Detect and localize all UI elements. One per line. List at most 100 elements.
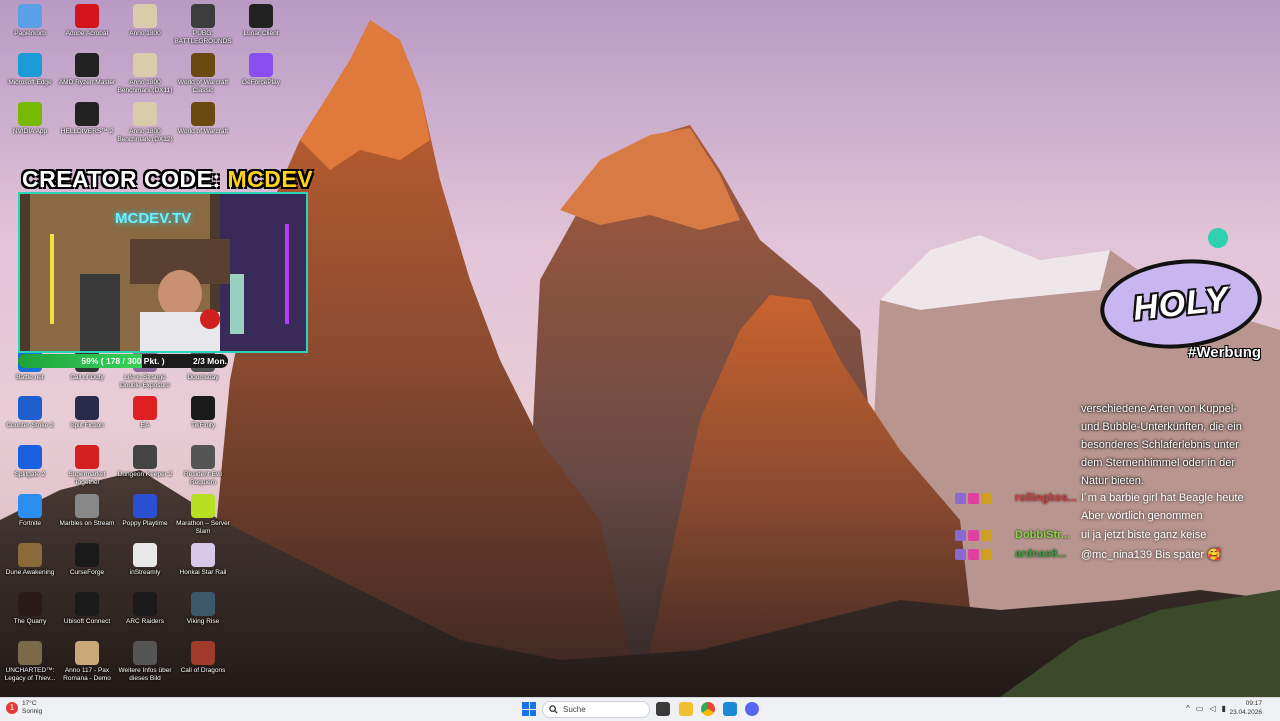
desktop-icon-label: Weitere Infos über dieses Bild [118,667,172,682]
arc-raiders-icon [133,592,157,616]
desktop-icon[interactable]: Fortnite [1,494,59,528]
desktop-icon-label: EA [140,422,150,429]
search-icon [549,705,558,714]
ubisoft-icon [75,592,99,616]
desktop-icon-label: Microsoft Edge [8,79,52,86]
chat-username: rollingkos... [1015,492,1077,504]
desktop-icon-label: ARC Raiders [126,618,164,625]
volume-icon[interactable]: ◁ [1209,704,1215,713]
desktop-icon[interactable]: Counter-Strike 2 [1,396,59,430]
desktop-icon-label: Ubisoft Connect [63,618,111,625]
desktop-icon[interactable]: Splitgate 2 [1,445,59,479]
supermarket-icon [75,445,99,469]
desktop-icon[interactable]: Papierkorb [1,4,59,38]
camera-icon [133,641,157,665]
start-button[interactable] [522,702,536,716]
network-icon[interactable]: ▭ [1196,704,1204,713]
desktop-icon-label: Battle.net [16,374,44,381]
desktop-icon[interactable]: inStreamly [116,543,174,577]
chat-body-line: dem Sternenhimmel oder in der [1081,457,1236,469]
chrome-icon[interactable] [701,702,715,716]
uncharted-icon [18,641,42,665]
desktop-icon[interactable]: Call of Dragons [174,641,232,675]
desktop-icon-label: Adobe Acrobat [65,30,109,37]
instreamly-icon [133,543,157,567]
desktop-icon-label: NVIDIA App [12,128,48,135]
marathon-icon [191,494,215,518]
search-placeholder: Suche [563,705,586,714]
chat-body-line: besonderes Schlaferlebnis unter [1081,439,1239,451]
desktop-icon[interactable]: TikFinity [174,396,232,430]
creator-code-banner: CREATOR CODE: MCDEV [22,166,313,193]
ad-brand-text: HOLY [1131,279,1231,328]
desktop-icon[interactable]: AMD Ryzen Master [58,53,116,87]
desktop-icon[interactable]: GeForcePlay [232,53,290,87]
edge-icon [18,53,42,77]
battery-icon[interactable]: ▮ [1221,704,1225,713]
desktop-icon[interactable]: The Quarry [1,592,59,626]
ryzen-icon [75,53,99,77]
weather-desc: Sonnig [22,708,43,715]
desktop-icon[interactable]: Microsoft Edge [1,53,59,87]
taskbar-search[interactable]: Suche [542,701,650,718]
desktop-icon[interactable]: Anno 117 - Pax Romana - Demo [58,641,116,683]
desktop-icon[interactable]: Resident Evil Requiem [174,445,232,487]
taskbar: 1 17°C Sonnig Suche ^ ▭ ◁ ▮ 09:17 23.04.… [0,697,1280,721]
desktop-icon-label: Split Fiction [70,422,104,429]
desktop-icon[interactable]: ARC Raiders [116,592,174,626]
desktop-icon[interactable]: Ubisoft Connect [58,592,116,626]
task-view-icon[interactable] [656,702,670,716]
desktop-icon[interactable]: Supermarket Together [58,445,116,487]
desktop-icon[interactable]: Poppy Playtime [116,494,174,528]
desktop-icon[interactable]: Marbles on Stream [58,494,116,528]
ad-tag: #Werbung [1188,344,1262,361]
desktop-icon[interactable]: Adobe Acrobat [58,4,116,38]
desktop-icon[interactable]: World of Warcraft [174,102,232,136]
desktop-icon-label: UNCHARTED™: Legacy of Thiev... [4,667,56,682]
weather-temp: 17°C [22,700,37,707]
desktop-icon-label: Counter-Strike 2 [6,422,54,429]
desktop-icon[interactable]: Split Fiction [58,396,116,430]
desktop-icon[interactable]: Anno 1800 Benchmark (DX11) [116,53,174,95]
file-explorer-icon[interactable] [679,702,693,716]
desktop-icon-label: Lunar Client [243,30,279,37]
desktop-icon[interactable]: CurseForge [58,543,116,577]
clock[interactable]: 09:17 23.04.2026 [1228,700,1262,717]
desktop-icon[interactable]: Dungeon Keeper 2 [116,445,174,479]
desktop-icon-label: Call of Dragons [180,667,226,674]
desktop-icon[interactable]: Anno 1800 Benchmark (DX12) [116,102,174,144]
desktop-icon[interactable]: EA [116,396,174,430]
desktop-icon[interactable]: Weitere Infos über dieses Bild [116,641,174,683]
anno117-icon [75,641,99,665]
desktop-icon[interactable]: World of Warcraft Classic [174,53,232,95]
desktop-icon-label: World of Warcraft [177,128,229,135]
desktop-icon[interactable]: Dune Awakening [1,543,59,577]
chat-body-line: verschiedene Arten von Kuppel- [1081,403,1237,415]
desktop-icon-label: GeForcePlay [242,79,280,86]
honkai-icon [191,543,215,567]
desktop-icon[interactable]: HELLDIVERS™ 2 [58,102,116,136]
webcam-logo: MCDEV.TV [115,210,192,227]
chevron-up-icon[interactable]: ^ [1186,704,1190,713]
desktop-icon[interactable]: Honkai Star Rail [174,543,232,577]
dungeon-keeper-icon [133,445,157,469]
desktop-icon-label: Dune Awakening [5,569,55,576]
desktop-icon[interactable]: Anno 1800 [116,4,174,38]
desktop-icon-label: Call of Duty [70,374,104,381]
desktop-icon[interactable]: Viking Rise [174,592,232,626]
desktop-icon[interactable]: NVIDIA App [1,102,59,136]
desktop-icon[interactable]: Lunar Client [232,4,290,38]
marbles-icon [75,494,99,518]
store-icon[interactable] [723,702,737,716]
desktop-icon[interactable]: Marathon – Server Slam [174,494,232,536]
discord-icon[interactable] [745,702,759,716]
desktop-icon-label: Doomsday [187,374,219,381]
anno-icon [133,102,157,126]
fortnite-icon [18,494,42,518]
chat-message-body: verschiedene Arten von Kuppel-und Bubble… [1081,400,1276,490]
desktop-icon-label: Supermarket Together [68,471,106,486]
weather-widget[interactable]: 1 17°C Sonnig [6,700,42,716]
desktop-icon[interactable]: UNCHARTED™: Legacy of Thiev... [1,641,59,683]
system-tray[interactable]: ^ ▭ ◁ ▮ [1186,704,1226,713]
desktop-icon[interactable]: PUBG: BATTLEGROUNDS [174,4,232,46]
